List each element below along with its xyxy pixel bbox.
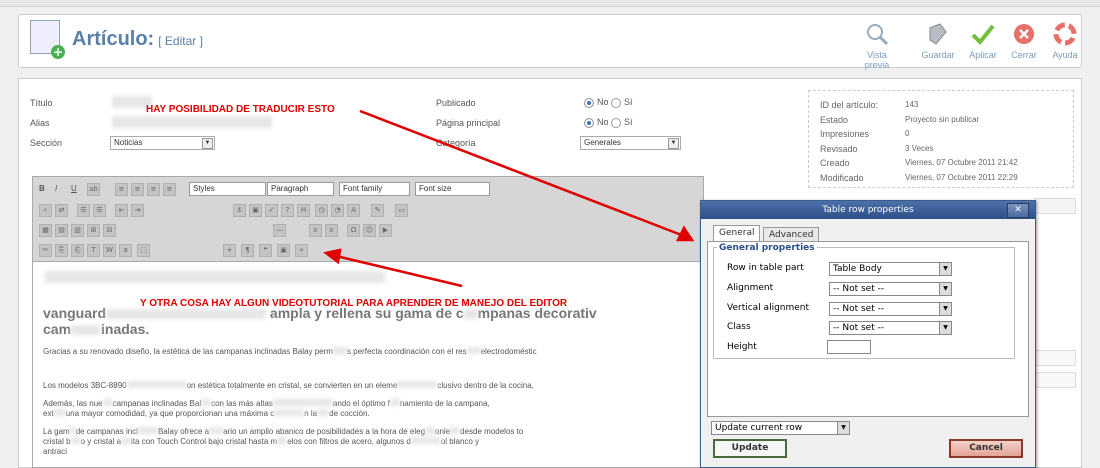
close-x-icon: ✕: [1014, 205, 1022, 215]
alignment-label: Alignment: [727, 283, 774, 293]
chevron-down-icon: ▼: [939, 283, 951, 295]
arrow-to-dialog: [359, 109, 695, 242]
update-scope-select[interactable]: Update current row ▼: [711, 421, 850, 435]
chevron-down-icon: ▼: [939, 263, 951, 275]
chevron-down-icon: ▼: [939, 303, 951, 315]
class-select[interactable]: -- Not set -- ▼: [829, 321, 952, 335]
table-row-properties-dialog: Table row properties ✕ General Advanced …: [700, 200, 1036, 468]
fieldset-legend: General properties: [717, 243, 817, 253]
vertical-alignment-select[interactable]: -- Not set -- ▼: [829, 302, 952, 316]
height-input[interactable]: [827, 340, 871, 354]
update-button[interactable]: Update: [713, 439, 787, 458]
row-part-select[interactable]: Table Body ▼: [829, 262, 952, 276]
height-label: Height: [727, 342, 757, 352]
class-label: Class: [727, 322, 751, 332]
cancel-button[interactable]: Cancel: [949, 439, 1023, 458]
vertical-alignment-label: Vertical alignment: [727, 303, 810, 313]
arrow-to-toolbar: [323, 248, 463, 288]
dialog-close-button[interactable]: ✕: [1007, 203, 1029, 218]
dialog-title: Table row properties: [701, 201, 1035, 219]
chevron-down-icon: ▼: [939, 322, 951, 334]
chevron-down-icon: ▼: [837, 422, 849, 434]
row-part-label: Row in table part: [727, 263, 804, 273]
tab-general[interactable]: General: [713, 225, 761, 242]
tab-advanced[interactable]: Advanced: [763, 227, 820, 242]
alignment-select[interactable]: -- Not set -- ▼: [829, 282, 952, 296]
